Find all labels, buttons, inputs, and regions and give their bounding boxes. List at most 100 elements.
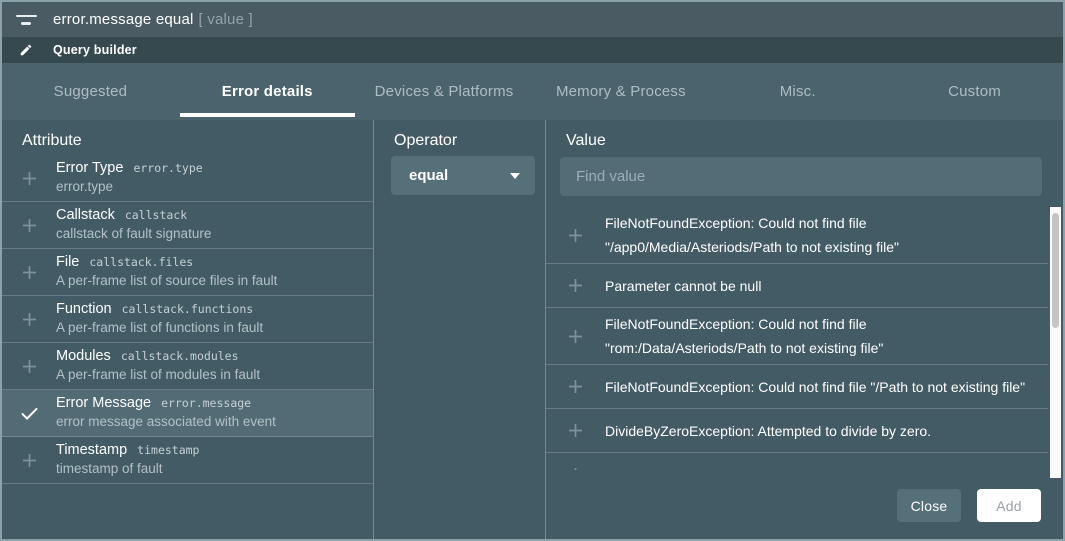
attribute-row-line1: Function callstack.functions: [56, 301, 263, 317]
tab-memory-process[interactable]: Memory & Process: [532, 63, 709, 120]
attribute-row-line1: File callstack.files: [56, 254, 277, 270]
value-text: Parameter cannot be null: [605, 270, 777, 302]
attribute-row[interactable]: Function callstack.functions A per-frame l…: [2, 296, 373, 343]
operator-selected-value: equal: [409, 167, 448, 184]
add-button[interactable]: Add: [977, 489, 1041, 522]
plus-icon: [546, 327, 605, 346]
attribute-row-body: Timestamp timestamp timestamp of fault: [56, 437, 199, 483]
value-line: DivideByZeroException: Attempted to divi…: [605, 419, 931, 443]
attribute-code: callstack.functions: [122, 302, 254, 316]
value-line: FileNotFoundException: Could not find fi…: [605, 211, 899, 235]
plus-icon: [546, 226, 605, 245]
attribute-title: Error Message: [56, 395, 151, 411]
close-button[interactable]: Close: [897, 489, 961, 522]
attribute-row[interactable]: File callstack.files A per-frame list of s…: [2, 249, 373, 296]
tab-label: Custom: [948, 83, 1001, 100]
attribute-description: A per-frame list of source files in faul…: [56, 273, 277, 288]
attribute-row[interactable]: Error Type error.typeerror.type: [2, 155, 373, 202]
attribute-code: callstack: [125, 208, 187, 222]
value-line: Parameter cannot be null: [605, 274, 761, 298]
value-panel-header: Value: [546, 120, 1063, 155]
attribute-row[interactable]: Callstack callstack callstack of fault sig…: [2, 202, 373, 249]
tab-suggested[interactable]: Suggested: [2, 63, 179, 120]
value-row[interactable]: FileNotFoundException: Could not find fi…: [546, 308, 1048, 365]
filter-icon: [14, 15, 38, 25]
value-line: FileNotFoundException: Could not find fi…: [605, 312, 883, 336]
tab-devices-platforms[interactable]: Devices & Platforms: [356, 63, 533, 120]
value-list: FileNotFoundException: Could not find fi…: [546, 207, 1048, 470]
attribute-title: File: [56, 254, 79, 270]
operator-panel-header: Operator: [374, 120, 545, 155]
value-panel: Value FileNotFoundException: Could not f…: [546, 120, 1063, 539]
attribute-title: Timestamp: [56, 442, 127, 458]
filter-summary-text: error.message equal [ value ]: [53, 11, 253, 28]
plus-icon: [546, 465, 605, 470]
tab-label: Devices & Platforms: [375, 83, 514, 100]
attribute-title: Error Type: [56, 160, 123, 176]
value-text: DivideByZeroException: Attempted to divi…: [605, 459, 943, 471]
plus-icon: [2, 437, 56, 483]
attribute-description: A per-frame list of functions in fault: [56, 320, 263, 335]
plus-icon: [2, 343, 56, 389]
plus-icon: [2, 202, 56, 248]
edit-pencil-icon: [14, 43, 38, 57]
scrollbar-thumb[interactable]: [1052, 213, 1059, 328]
attribute-row[interactable]: Timestamp timestamp timestamp of fault: [2, 437, 373, 484]
plus-icon: [2, 296, 56, 342]
query-builder-dialog: error.message equal[ value ] Query build…: [0, 0, 1065, 541]
attribute-code: callstack.files: [89, 255, 193, 269]
attribute-description: A per-frame list of modules in fault: [56, 367, 260, 382]
attribute-row-body: Modulescallstack.modulesA per-frame list…: [56, 343, 260, 389]
attribute-row-line1: Error Type error.type: [56, 160, 203, 176]
attribute-row-body: File callstack.files A per-frame list of s…: [56, 249, 277, 295]
attribute-row-body: Function callstack.functions A per-frame l…: [56, 296, 263, 342]
value-text: DivideByZeroException: Attempted to divi…: [605, 415, 947, 447]
tab-label: Error details: [222, 83, 313, 100]
value-text: FileNotFoundException: Could not find fi…: [605, 308, 899, 364]
chevron-down-icon: [510, 173, 520, 179]
tab-misc[interactable]: Misc.: [709, 63, 886, 120]
value-row[interactable]: FileNotFoundException: Could not find fi…: [546, 207, 1048, 264]
value-list-scrollbar[interactable]: [1050, 207, 1061, 478]
operator-dropdown[interactable]: equal: [391, 156, 535, 195]
attribute-row-line1: Callstack callstack: [56, 207, 211, 223]
filter-query-text: error.message equal: [53, 11, 194, 28]
attribute-description: error message associated with event: [56, 414, 276, 429]
attribute-code: error.type: [133, 161, 202, 175]
attribute-description: timestamp of fault: [56, 461, 199, 476]
value-text: FileNotFoundException: Could not find fi…: [605, 207, 915, 263]
tab-label: Suggested: [54, 83, 128, 100]
tab-custom[interactable]: Custom: [886, 63, 1063, 120]
attribute-row[interactable]: Error Message error.message error message …: [2, 390, 373, 437]
dialog-content: Attribute Error Type error.typeerror.type…: [2, 120, 1063, 539]
attribute-title: Callstack: [56, 207, 115, 223]
plus-icon: [546, 276, 605, 295]
check-icon: [2, 390, 56, 436]
attribute-panel-header: Attribute: [2, 120, 373, 155]
attribute-row-line1: Timestamp timestamp: [56, 442, 199, 458]
value-line: "/app0/Media/Asteriods/Path to not exist…: [605, 235, 899, 259]
value-line: DivideByZeroException: Attempted to divi…: [605, 463, 927, 471]
attribute-code: timestamp: [137, 443, 199, 457]
attribute-row[interactable]: Modulescallstack.modulesA per-frame list…: [2, 343, 373, 390]
tab-error-details[interactable]: Error details: [179, 63, 356, 120]
attribute-description: callstack of fault signature: [56, 226, 211, 241]
attribute-panel: Attribute Error Type error.typeerror.type…: [2, 120, 374, 539]
find-value-input[interactable]: [560, 157, 1042, 196]
filter-value-token: [ value ]: [199, 11, 253, 28]
value-row[interactable]: FileNotFoundException: Could not find fi…: [546, 365, 1048, 409]
value-line: FileNotFoundException: Could not find fi…: [605, 375, 1025, 399]
value-row[interactable]: Parameter cannot be null: [546, 264, 1048, 308]
value-row[interactable]: DivideByZeroException: Attempted to divi…: [546, 453, 1048, 470]
attribute-row-body: Callstack callstack callstack of fault sig…: [56, 202, 211, 248]
tab-bar: Suggested Error details Devices & Platform…: [2, 63, 1063, 120]
attribute-code: callstack.modules: [121, 349, 239, 363]
attribute-title: Function: [56, 301, 112, 317]
active-tab-underline: [180, 113, 355, 117]
attribute-code: error.message: [161, 396, 251, 410]
attribute-list: Error Typeerror.typeerror.typeCallstackc…: [2, 155, 373, 539]
attribute-row-body: Error Type error.typeerror.type: [56, 155, 203, 201]
value-line: "rom:/Data/Asteriods/Path to not existin…: [605, 336, 883, 360]
value-row[interactable]: DivideByZeroException: Attempted to divi…: [546, 409, 1048, 453]
attribute-row-line1: Error Message error.message: [56, 395, 276, 411]
